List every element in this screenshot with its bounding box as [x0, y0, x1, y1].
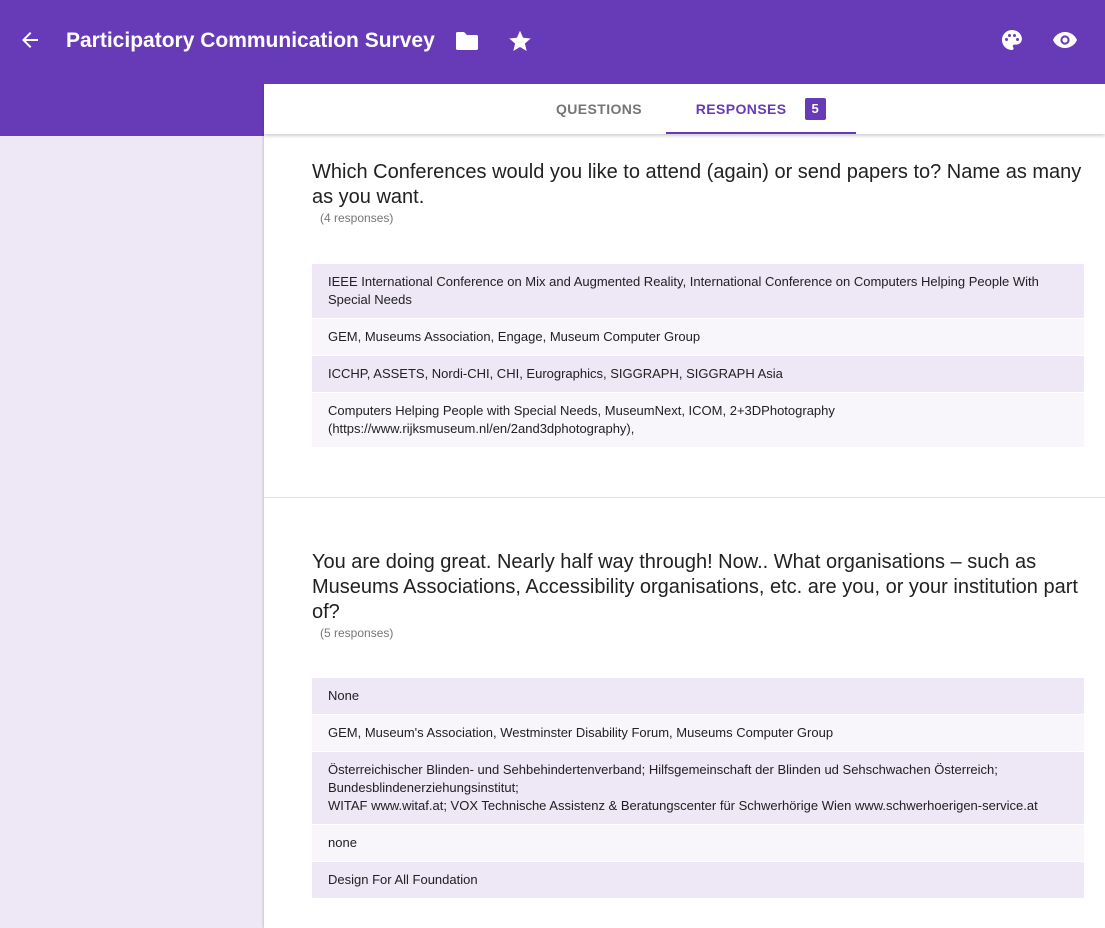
- tab-responses[interactable]: RESPONSES 5: [666, 84, 856, 134]
- form-title[interactable]: Participatory Communication Survey: [66, 27, 435, 55]
- question-title: Which Conferences would you like to atte…: [312, 161, 1082, 208]
- answer-list: None GEM, Museum's Association, Westmins…: [312, 678, 1084, 899]
- answer-item: None: [312, 678, 1084, 715]
- section-divider: [264, 497, 1105, 498]
- question-card: Which Conferences would you like to atte…: [312, 160, 1084, 448]
- answer-line: WITAF www.witaf.at; VOX Technische Assis…: [328, 798, 1038, 813]
- answer-line: Österreichischer Blinden- und Sehbehinde…: [328, 762, 998, 795]
- star-icon[interactable]: [506, 27, 534, 55]
- answer-item-multiline: Österreichischer Blinden- und Sehbehinde…: [312, 752, 1084, 825]
- question-title: You are doing great. Nearly half way thr…: [312, 551, 1078, 623]
- eye-icon[interactable]: [1050, 26, 1080, 54]
- question-card: You are doing great. Nearly half way thr…: [312, 550, 1084, 899]
- tab-bar: QUESTIONS RESPONSES 5: [264, 84, 1105, 134]
- answer-list: IEEE International Conference on Mix and…: [312, 264, 1084, 448]
- response-count: (5 responses): [320, 626, 394, 640]
- answer-item: none: [312, 825, 1084, 862]
- answer-item: ICCHP, ASSETS, Nordi-CHI, CHI, Eurograph…: [312, 356, 1084, 393]
- folder-icon[interactable]: [454, 28, 480, 54]
- answer-item: Computers Helping People with Special Ne…: [312, 393, 1084, 448]
- answer-item: IEEE International Conference on Mix and…: [312, 264, 1084, 319]
- tab-questions-label: QUESTIONS: [555, 101, 643, 117]
- tab-questions[interactable]: QUESTIONS: [532, 84, 666, 134]
- tab-responses-label: RESPONSES: [695, 101, 787, 117]
- back-arrow-icon[interactable]: [16, 26, 44, 54]
- answer-item: GEM, Museum's Association, Westminster D…: [312, 715, 1084, 752]
- app-header: Participatory Communication Survey: [0, 0, 1105, 84]
- responses-count-badge: 5: [804, 98, 827, 120]
- answer-item: GEM, Museums Association, Engage, Museum…: [312, 319, 1084, 356]
- answer-item: Design For All Foundation: [312, 862, 1084, 899]
- response-count: (4 responses): [320, 211, 394, 225]
- side-panel-header: [0, 84, 264, 136]
- responses-panel: Which Conferences would you like to atte…: [264, 134, 1105, 928]
- palette-icon[interactable]: [998, 26, 1026, 54]
